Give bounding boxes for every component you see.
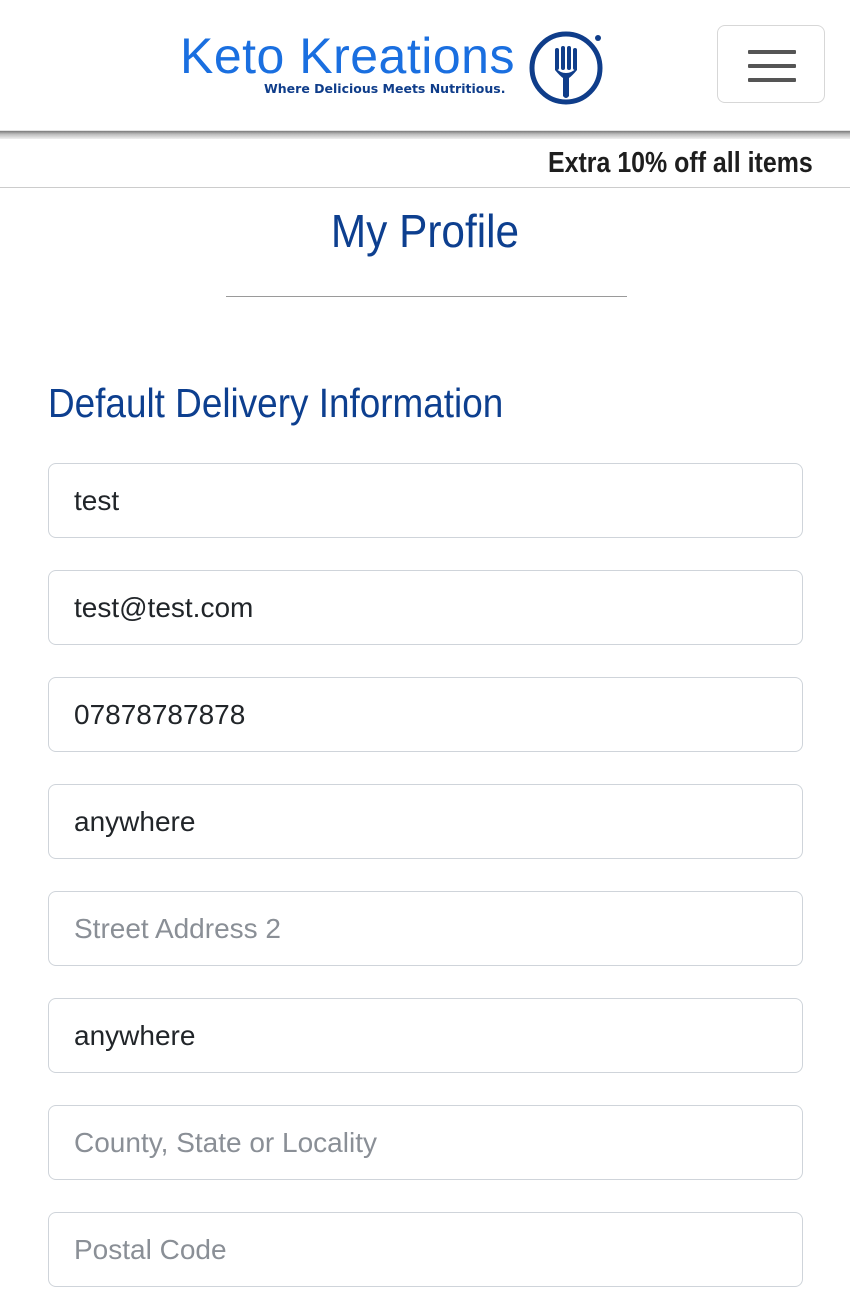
hamburger-menu-icon xyxy=(748,50,796,54)
promo-banner: Extra 10% off all items xyxy=(0,139,850,188)
phone-field[interactable] xyxy=(48,677,803,752)
full-name-field[interactable] xyxy=(48,463,803,538)
street-address-2-field[interactable] xyxy=(48,891,803,966)
street-address-1-field[interactable] xyxy=(48,784,803,859)
brand-logo-link[interactable]: Keto Kreations Where Delicious Meets Nut… xyxy=(180,22,610,112)
brand-name: Keto Kreations xyxy=(180,28,515,84)
postal-code-field[interactable] xyxy=(48,1212,803,1287)
brand-tagline: Where Delicious Meets Nutritious. xyxy=(264,81,506,96)
menu-toggle-button[interactable] xyxy=(717,25,825,103)
hamburger-bar xyxy=(748,78,796,82)
county-field[interactable] xyxy=(48,1105,803,1180)
site-header: Keto Kreations Where Delicious Meets Nut… xyxy=(0,0,850,131)
town-city-field[interactable] xyxy=(48,998,803,1073)
hamburger-bar xyxy=(748,64,796,68)
email-field[interactable] xyxy=(48,570,803,645)
fork-in-circle-icon xyxy=(529,31,603,105)
page-title: My Profile xyxy=(330,205,520,257)
delivery-section-heading: Default Delivery Information xyxy=(48,380,504,426)
title-divider xyxy=(226,296,627,297)
header-shadow xyxy=(0,131,850,139)
promo-text: Extra 10% off all items xyxy=(548,147,813,179)
